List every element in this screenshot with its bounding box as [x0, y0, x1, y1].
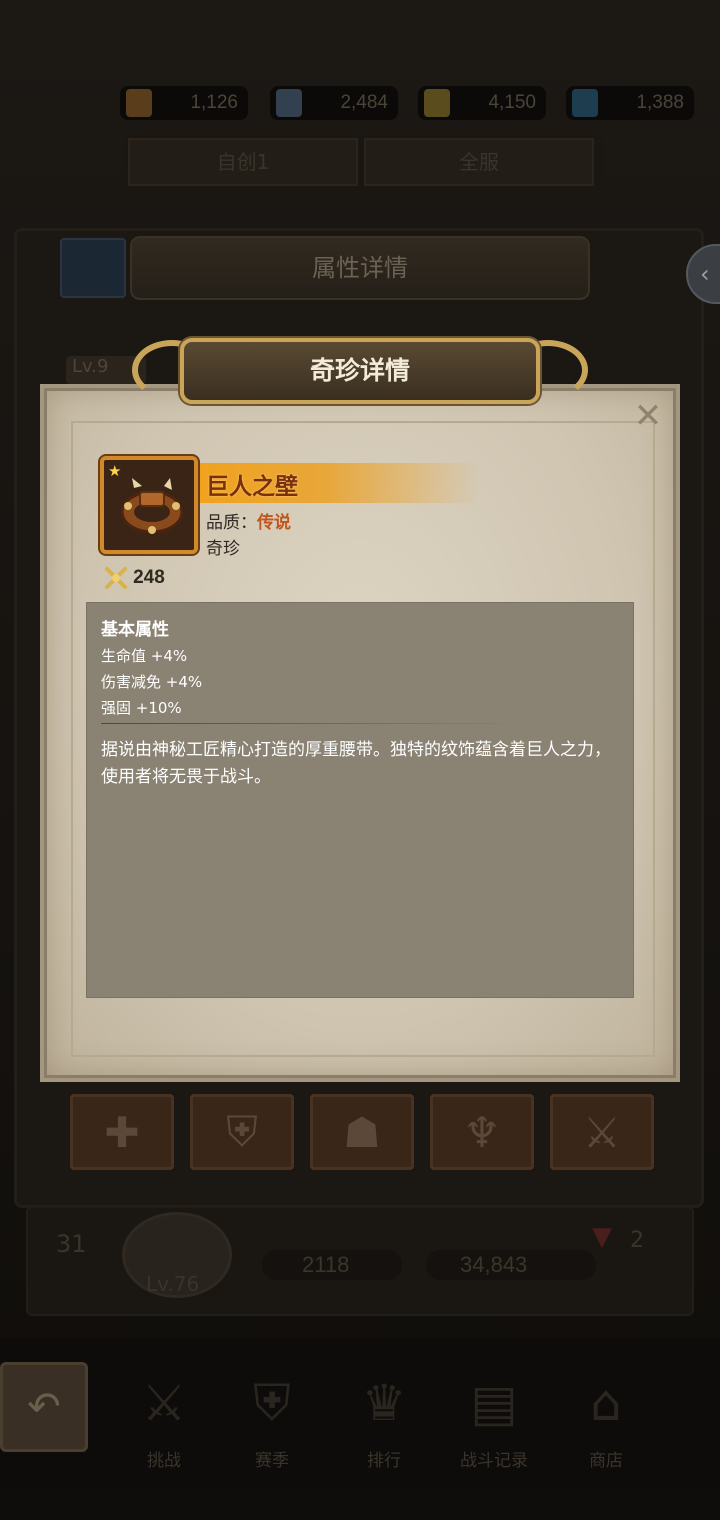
close-icon[interactable]: ✕: [629, 399, 667, 437]
nav-challenge[interactable]: ⚔ 挑战: [114, 1372, 214, 1471]
attribute-box: 基本属性 生命值 +4% 伤害减免 +4% 强固 +10% 据说由神秘工匠精心打…: [86, 602, 634, 998]
quality-label: 品质：: [206, 513, 257, 533]
item-score: 248: [104, 566, 165, 592]
nav-season[interactable]: ⛨ 赛季: [222, 1372, 322, 1471]
currency-value: 2,484: [340, 92, 388, 113]
cross-slot-icon[interactable]: ✚: [70, 1094, 174, 1170]
item-description: 据说由神秘工匠精心打造的厚重腰带。独特的纹饰蕴含着巨人之力，使用者将无畏于战斗。: [101, 740, 611, 787]
strength-slot-icon[interactable]: ☗: [310, 1094, 414, 1170]
crystal-resource-icon: [572, 89, 598, 117]
tab-custom[interactable]: 自创1: [128, 138, 358, 186]
item-icon-frame: ★: [100, 456, 198, 554]
leaderboard-tabs: 自创1 全服: [124, 134, 604, 190]
swords-icon: ⚔: [141, 1374, 187, 1432]
currency-wood: 1,126: [120, 86, 248, 120]
scroll-icon: ▤: [470, 1374, 518, 1432]
nav-battle-log[interactable]: ▤ 战斗记录: [444, 1372, 544, 1471]
dialog-title: 奇珍详情: [309, 356, 410, 385]
shield-icon: ⛨: [253, 1374, 291, 1432]
attribute-line: 伤害减免 +4%: [101, 673, 203, 691]
player-rank: 31: [56, 1230, 87, 1258]
nav-label: 战斗记录: [460, 1451, 528, 1471]
attribute-line: 强固 +10%: [101, 699, 182, 717]
wood-resource-icon: [126, 89, 152, 117]
sword-laurel-slot-icon[interactable]: ⚔: [550, 1094, 654, 1170]
nav-label: 挑战: [147, 1451, 181, 1471]
rank-down-arrow-icon: ▼: [592, 1222, 612, 1252]
back-arrow-icon: ↶: [27, 1384, 61, 1430]
item-category: 奇珍: [206, 539, 240, 559]
dialog-title-plate: 奇珍详情: [180, 338, 540, 404]
score-value: 248: [133, 567, 165, 588]
eagle-slot-icon[interactable]: ♆: [430, 1094, 534, 1170]
currency-gold: 4,150: [418, 86, 546, 120]
nav-label: 排行: [367, 1451, 401, 1471]
trophy-icon: ♛: [361, 1374, 407, 1432]
nav-label: 商店: [589, 1451, 623, 1471]
nav-label: 赛季: [255, 1451, 289, 1471]
hero-thumbnail: [60, 238, 126, 298]
belt-icon: [120, 478, 184, 534]
rank-change: 2: [630, 1228, 644, 1253]
currency-value: 1,388: [636, 92, 684, 113]
panel-title-text: 属性详情: [312, 254, 408, 282]
shop-icon: ⌂: [590, 1374, 622, 1432]
currency-value: 4,150: [488, 92, 536, 113]
player-score: 34,843: [426, 1250, 596, 1280]
attribute-line: 生命值 +4%: [101, 647, 188, 665]
dialog-title-banner: 奇珍详情: [132, 330, 588, 412]
attribute-panel-title: 属性详情: [130, 236, 590, 300]
back-button[interactable]: ↶: [0, 1362, 88, 1452]
tab-server[interactable]: 全服: [364, 138, 594, 186]
currency-value: 1,126: [190, 92, 238, 113]
equipment-slots: ✚ ⛨ ☗ ♆ ⚔: [36, 1094, 686, 1174]
scroll-resource-icon: [276, 89, 302, 117]
player-level: Lv.76: [146, 1272, 200, 1296]
currency-crystal: 1,388: [566, 86, 694, 120]
nav-ranking[interactable]: ♛ 排行: [334, 1372, 434, 1471]
divider: [101, 723, 525, 724]
chevron-left-icon: ‹: [700, 260, 710, 288]
currency-bar: 1,126 2,484 4,150 1,388: [120, 86, 710, 120]
attribute-title: 基本属性: [101, 620, 169, 640]
item-name-bar: 巨人之壁: [200, 463, 480, 503]
item-name: 巨人之壁: [206, 474, 298, 500]
quality-value: 传说: [257, 513, 291, 533]
currency-scroll: 2,484: [270, 86, 398, 120]
armor-slot-icon[interactable]: ⛨: [190, 1094, 294, 1170]
nav-shop[interactable]: ⌂ 商店: [556, 1372, 656, 1471]
item-quality: 品质：传说: [206, 508, 291, 533]
gold-resource-icon: [424, 89, 450, 117]
crossed-swords-icon: [105, 567, 127, 589]
player-power: 2118: [262, 1250, 402, 1280]
